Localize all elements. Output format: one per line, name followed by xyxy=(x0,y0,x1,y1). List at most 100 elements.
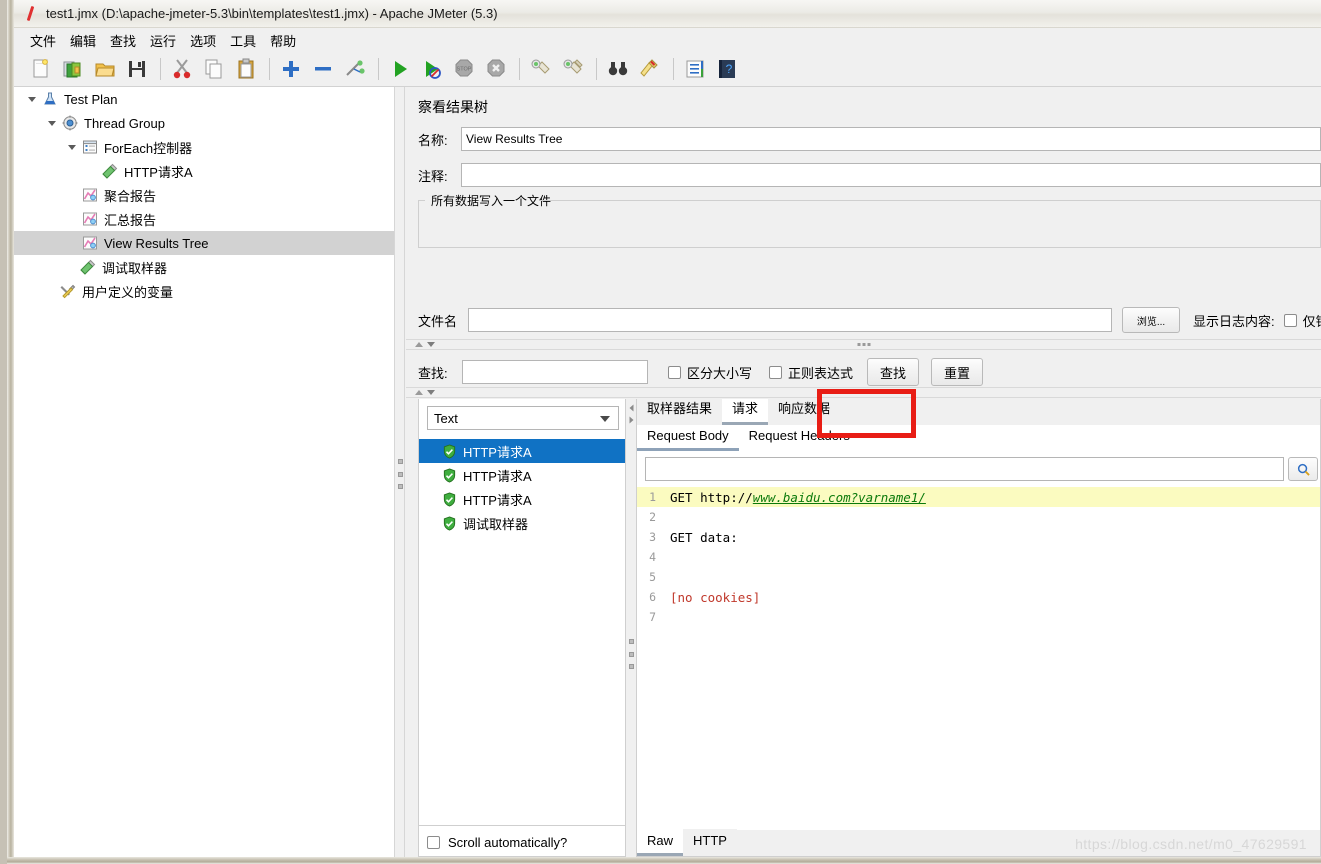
regex-checkbox[interactable] xyxy=(769,365,783,379)
test-plan-tree[interactable]: Test Plan Thread Group ForEach控制器 HTTP请求… xyxy=(14,87,395,857)
comment-label: 注释: xyxy=(418,168,448,184)
toolbar-clear[interactable] xyxy=(526,54,556,84)
splitter-grip[interactable] xyxy=(628,639,634,669)
result-item-http-request-a-3[interactable]: HTTP请求A xyxy=(419,487,625,511)
toolbar-toggle[interactable] xyxy=(340,54,370,84)
code-line: 5 xyxy=(637,567,1320,587)
tab-request-headers[interactable]: Request Headers xyxy=(739,424,860,451)
split-divider-bottom[interactable] xyxy=(406,387,1321,398)
tab-request-body[interactable]: Request Body xyxy=(637,424,739,451)
toolbar-cut[interactable] xyxy=(167,54,197,84)
split-divider-top[interactable] xyxy=(406,339,1321,350)
search-input[interactable] xyxy=(462,360,648,384)
tree-node-test-plan[interactable]: Test Plan xyxy=(14,87,394,111)
toolbar-clear-all[interactable] xyxy=(558,54,588,84)
chevron-down-icon[interactable] xyxy=(64,135,80,159)
toolbar-search[interactable] xyxy=(603,54,633,84)
tab-response-data[interactable]: 响应数据 xyxy=(768,399,841,425)
chevron-down-icon[interactable] xyxy=(600,416,610,422)
toolbar-function-helper[interactable] xyxy=(680,54,710,84)
thread-group-icon xyxy=(60,113,80,133)
svg-text:?: ? xyxy=(726,62,733,76)
line-number: 6 xyxy=(649,590,656,604)
tree-node-foreach-controller[interactable]: ForEach控制器 xyxy=(14,135,394,159)
toolbar-expand-all[interactable] xyxy=(276,54,306,84)
menu-search[interactable]: 查找 xyxy=(103,29,143,52)
menu-help[interactable]: 帮助 xyxy=(263,29,303,52)
menu-file[interactable]: 文件 xyxy=(23,29,63,52)
splitter-expand-right-icon[interactable] xyxy=(627,415,635,425)
toolbar-search-reset[interactable] xyxy=(635,54,665,84)
filename-input[interactable] xyxy=(468,308,1112,332)
code-search-input[interactable] xyxy=(645,457,1284,481)
tab-http[interactable]: HTTP xyxy=(683,829,737,856)
success-shield-icon xyxy=(441,467,457,483)
menu-run[interactable]: 运行 xyxy=(143,29,183,52)
line-number: 2 xyxy=(649,510,656,524)
tab-raw[interactable]: Raw xyxy=(637,829,684,856)
toolbar-stop[interactable]: STOP xyxy=(449,54,479,84)
chevron-down-icon[interactable] xyxy=(24,87,40,111)
toolbar-separator xyxy=(160,57,161,80)
line-seg-url[interactable]: www.baidu.com?varname1/ xyxy=(753,490,926,505)
sampler-pipette-icon xyxy=(78,257,98,277)
tree-content-splitter[interactable] xyxy=(395,87,405,857)
toolbar-save[interactable] xyxy=(122,54,152,84)
toolbar-start-no-timers[interactable] xyxy=(417,54,447,84)
scroll-automatically-checkbox[interactable] xyxy=(427,836,440,849)
errors-only-checkbox[interactable] xyxy=(1283,313,1297,327)
menu-options[interactable]: 选项 xyxy=(183,29,223,52)
line-number: 4 xyxy=(649,550,656,564)
toolbar-help[interactable]: ? xyxy=(712,54,742,84)
reset-button[interactable]: 重置 xyxy=(931,358,984,386)
menu-edit[interactable]: 编辑 xyxy=(63,29,103,52)
toolbar-templates[interactable] xyxy=(58,54,88,84)
tree-node-user-defined-variables[interactable]: 用户定义的变量 xyxy=(14,279,394,303)
result-item-http-request-a-2[interactable]: HTTP请求A xyxy=(419,463,625,487)
results-detail-splitter[interactable] xyxy=(626,399,636,857)
tree-node-http-request-a[interactable]: HTTP请求A xyxy=(14,159,394,183)
code-line: 1 GET http://www.baidu.com?varname1/ xyxy=(637,487,1320,507)
divider-arrows[interactable] xyxy=(415,390,435,395)
toolbar-collapse-all[interactable] xyxy=(308,54,338,84)
toolbar-start[interactable] xyxy=(385,54,415,84)
toolbar-shutdown[interactable] xyxy=(481,54,511,84)
toolbar-new[interactable] xyxy=(26,54,56,84)
tree-node-aggregate-report[interactable]: 聚合报告 xyxy=(14,183,394,207)
result-item-http-request-a-1[interactable]: HTTP请求A xyxy=(419,439,625,463)
case-sensitive-label: 区分大小写 xyxy=(687,365,753,381)
tree-node-summary-report[interactable]: 汇总报告 xyxy=(14,207,394,231)
code-search-button[interactable] xyxy=(1288,457,1318,481)
divider-arrows[interactable] xyxy=(415,342,435,347)
tab-request[interactable]: 请求 xyxy=(722,399,769,425)
find-button[interactable]: 查找 xyxy=(867,358,920,386)
line-number: 1 xyxy=(649,490,656,504)
name-input[interactable]: View Results Tree xyxy=(460,127,1321,151)
window-title: test1.jmx (D:\apache-jmeter-5.3\bin\temp… xyxy=(46,6,498,21)
tree-node-debug-sampler[interactable]: 调试取样器 xyxy=(14,255,394,279)
browse-button[interactable]: 浏览... xyxy=(1122,307,1180,333)
results-list[interactable]: HTTP请求A HTTP请求A HTTP请求A 调试取样器 xyxy=(419,439,625,820)
splitter-grip[interactable] xyxy=(397,459,403,489)
menu-tools[interactable]: 工具 xyxy=(223,29,263,52)
tree-node-thread-group[interactable]: Thread Group xyxy=(14,111,394,135)
divider-grip[interactable] xyxy=(857,391,870,394)
svg-text:STOP: STOP xyxy=(457,66,472,72)
toolbar-paste[interactable] xyxy=(231,54,261,84)
request-body-code[interactable]: 1 GET http://www.baidu.com?varname1/ 2 3… xyxy=(637,487,1320,830)
comment-input[interactable] xyxy=(460,163,1321,187)
result-item-label: HTTP请求A xyxy=(463,444,532,460)
tree-node-view-results-tree[interactable]: View Results Tree xyxy=(14,231,394,255)
splitter-expand-left-icon[interactable] xyxy=(627,403,635,413)
test-plan-icon xyxy=(40,89,60,109)
toolbar-copy[interactable] xyxy=(199,54,229,84)
divider-grip[interactable] xyxy=(857,343,870,346)
toolbar-open[interactable] xyxy=(90,54,120,84)
chevron-down-icon[interactable] xyxy=(44,111,60,135)
request-tabstrip: Request Body Request Headers xyxy=(637,425,1320,451)
renderer-select[interactable]: Text xyxy=(427,406,619,430)
case-sensitive-checkbox[interactable] xyxy=(668,365,681,379)
tab-sampler-result[interactable]: 取样器结果 xyxy=(637,399,723,425)
controller-icon xyxy=(80,137,100,157)
result-item-debug-sampler[interactable]: 调试取样器 xyxy=(419,511,625,535)
